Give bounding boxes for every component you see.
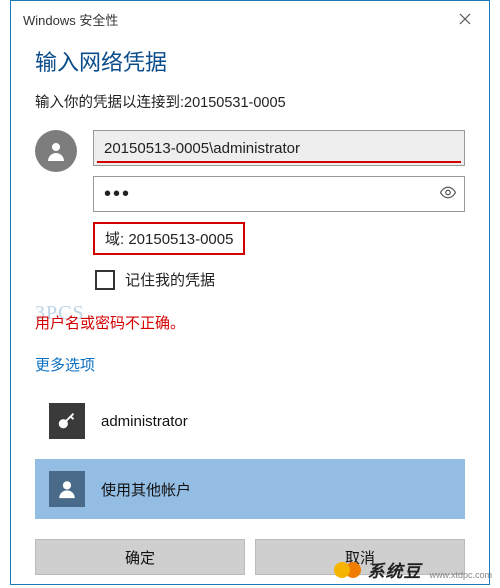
other-account-item[interactable]: 使用其他帐户 bbox=[35, 459, 465, 519]
ok-button[interactable]: 确定 bbox=[35, 539, 245, 575]
brand-url: www.xtdpc.com bbox=[429, 570, 492, 580]
brand-name: 系统豆 bbox=[367, 557, 421, 582]
person-icon bbox=[49, 471, 85, 507]
close-button[interactable] bbox=[445, 7, 485, 31]
other-account-label: 使用其他帐户 bbox=[101, 479, 191, 500]
domain-label: 域: 20150513-0005 bbox=[93, 222, 245, 255]
close-icon bbox=[459, 13, 471, 25]
password-field[interactable] bbox=[93, 176, 465, 212]
brand-logo-icon bbox=[334, 562, 361, 578]
titlebar: Windows 安全性 bbox=[11, 1, 489, 37]
username-field[interactable] bbox=[93, 130, 465, 166]
avatar-icon bbox=[35, 130, 77, 172]
remember-label: 记住我的凭据 bbox=[125, 269, 215, 290]
brand-footer: 系统豆 www.xtdpc.com bbox=[328, 553, 498, 586]
more-options-link[interactable]: 更多选项 bbox=[35, 354, 95, 375]
eye-icon bbox=[439, 184, 457, 202]
key-icon bbox=[49, 403, 85, 439]
heading: 输入网络凭据 bbox=[35, 45, 465, 77]
reveal-password-button[interactable] bbox=[439, 184, 457, 205]
saved-account-item[interactable]: administrator bbox=[35, 391, 465, 451]
remember-checkbox[interactable] bbox=[95, 270, 115, 290]
error-message: 用户名或密码不正确。 bbox=[35, 315, 185, 332]
credential-dialog: Windows 安全性 输入网络凭据 输入你的凭据以连接到:20150531-0… bbox=[10, 0, 490, 585]
titlebar-text: Windows 安全性 bbox=[23, 10, 118, 29]
saved-account-label: administrator bbox=[101, 413, 188, 430]
connect-subtext: 输入你的凭据以连接到:20150531-0005 bbox=[35, 91, 465, 112]
